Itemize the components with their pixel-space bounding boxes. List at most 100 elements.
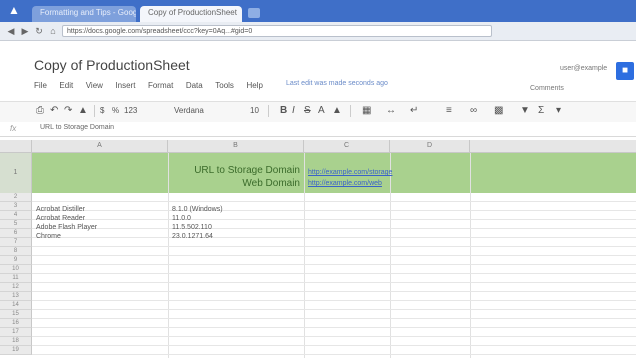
row-header-7[interactable]: 7 xyxy=(0,238,32,247)
text-color-icon[interactable]: A xyxy=(318,105,325,117)
menu-insert[interactable]: Insert xyxy=(115,81,135,90)
menu-edit[interactable]: Edit xyxy=(59,81,73,90)
row-header-19[interactable]: 19 xyxy=(0,346,32,355)
menu-help[interactable]: Help xyxy=(246,81,262,90)
grid-line xyxy=(32,354,636,355)
currency-icon[interactable]: $ xyxy=(100,105,104,117)
browser-tab-2[interactable]: Copy of ProductionSheet xyxy=(140,6,242,22)
row-header-1[interactable]: 1 xyxy=(0,153,32,193)
align-left-icon[interactable]: ≡ xyxy=(446,105,452,117)
last-edit-link[interactable]: Last edit was made seconds ago xyxy=(286,80,388,87)
new-tab-button[interactable] xyxy=(248,8,260,18)
row-header-13[interactable]: 13 xyxy=(0,292,32,301)
header-cell-text[interactable]: URL to Storage Domain Web Domain xyxy=(160,164,300,190)
italic-icon[interactable]: I xyxy=(292,105,295,117)
row-header-5[interactable]: 5 xyxy=(0,220,32,229)
redo-icon[interactable]: ↷ xyxy=(64,105,72,117)
font-size-select[interactable]: 10 xyxy=(250,105,259,117)
cell-b3[interactable]: 11.0.0 xyxy=(172,215,191,222)
merge-cells-icon[interactable]: ↔ xyxy=(386,105,396,117)
strikethrough-icon[interactable]: S xyxy=(304,105,311,117)
header-link-2[interactable]: http://example.com/web xyxy=(308,180,382,187)
column-header-b[interactable]: B xyxy=(168,140,304,152)
filter-icon[interactable]: ▼ xyxy=(520,105,530,117)
grid-line xyxy=(32,282,636,283)
reload-icon[interactable]: ↻ xyxy=(34,26,44,36)
borders-icon[interactable]: ▦ xyxy=(362,105,371,117)
home-icon[interactable]: ⌂ xyxy=(48,26,58,36)
wrap-text-icon[interactable]: ↵ xyxy=(410,105,418,117)
more-icon[interactable]: ▾ xyxy=(556,105,561,117)
grid-line xyxy=(32,318,636,319)
menu-format[interactable]: Format xyxy=(148,81,173,90)
cell-a5[interactable]: Chrome xyxy=(36,233,61,240)
column-header-a[interactable]: A xyxy=(32,140,168,152)
menu-bar: File Edit View Insert Format Data Tools … xyxy=(34,80,273,92)
menu-file[interactable]: File xyxy=(34,81,47,90)
row-header-10[interactable]: 10 xyxy=(0,265,32,274)
grid-line xyxy=(32,291,636,292)
print-icon[interactable]: ⎙ xyxy=(36,105,44,117)
fill-color-icon[interactable]: ▲ xyxy=(332,105,342,117)
share-icon: ■ xyxy=(621,65,629,76)
insert-link-icon[interactable]: ∞ xyxy=(470,105,477,117)
menu-data[interactable]: Data xyxy=(186,81,203,90)
row-header-9[interactable]: 9 xyxy=(0,256,32,265)
cell-a4[interactable]: Adobe Flash Player xyxy=(36,224,97,231)
grid-line xyxy=(32,309,636,310)
browser-logo-icon: ▲ xyxy=(8,3,20,17)
column-header-c[interactable]: C xyxy=(304,140,390,152)
row-header-6[interactable]: 6 xyxy=(0,229,32,238)
grid-line xyxy=(32,246,636,247)
row-header-8[interactable]: 8 xyxy=(0,247,32,256)
row-header-15[interactable]: 15 xyxy=(0,310,32,319)
row-header-3[interactable]: 3 xyxy=(0,202,32,211)
row-header-18[interactable]: 18 xyxy=(0,337,32,346)
tab-label: Formatting and Tips - Google xyxy=(40,8,136,17)
row-header-2[interactable]: 2 xyxy=(0,193,32,202)
font-select[interactable]: Verdana xyxy=(174,106,204,115)
insert-chart-icon[interactable]: ▩ xyxy=(494,105,503,117)
column-header-d[interactable]: D xyxy=(390,140,470,152)
cell-a3[interactable]: Acrobat Reader xyxy=(36,215,85,222)
bold-icon[interactable]: B xyxy=(280,105,287,117)
row-header-14[interactable]: 14 xyxy=(0,301,32,310)
cell-a2[interactable]: Acrobat Distiller xyxy=(36,206,85,213)
row-header-11[interactable]: 11 xyxy=(0,274,32,283)
cell-b5[interactable]: 23.0.1271.64 xyxy=(172,233,213,240)
header-link-1[interactable]: http://example.com/storage xyxy=(308,169,392,176)
grid-line xyxy=(32,219,636,220)
fx-icon: fx xyxy=(10,124,17,133)
formula-input[interactable]: URL to Storage Domain xyxy=(40,124,114,131)
row-header-17[interactable]: 17 xyxy=(0,328,32,337)
grid-line xyxy=(32,210,636,211)
more-formats-icon[interactable]: 123 xyxy=(124,105,137,117)
undo-icon[interactable]: ↶ xyxy=(50,105,58,117)
cell-b4[interactable]: 11.5.502.110 xyxy=(172,224,212,231)
forward-icon[interactable]: ▶ xyxy=(20,26,30,36)
cell-b2[interactable]: 8.1.0 (Windows) xyxy=(172,206,223,213)
grid-line xyxy=(32,336,636,337)
paint-format-icon[interactable]: ▲ xyxy=(78,105,88,117)
grid-line xyxy=(32,255,636,256)
header-line-1: URL to Storage Domain xyxy=(194,165,300,176)
toolbar-divider xyxy=(94,105,95,117)
row-header-16[interactable]: 16 xyxy=(0,319,32,328)
user-email: user@example xyxy=(560,65,608,72)
percent-icon[interactable]: % xyxy=(112,105,119,117)
back-icon[interactable]: ◀ xyxy=(6,26,16,36)
menu-tools[interactable]: Tools xyxy=(215,81,234,90)
row-header-4[interactable]: 4 xyxy=(0,211,32,220)
toolbar-divider xyxy=(350,105,351,117)
menu-view[interactable]: View xyxy=(86,81,103,90)
grid-line xyxy=(32,264,636,265)
share-button[interactable]: ■ xyxy=(616,62,634,80)
browser-tab-1[interactable]: Formatting and Tips - Google xyxy=(32,6,136,22)
comments-button[interactable]: Comments xyxy=(530,85,564,92)
address-bar[interactable]: https://docs.google.com/spreadsheet/ccc?… xyxy=(62,25,492,37)
tab-label: Copy of ProductionSheet xyxy=(148,8,237,17)
document-title[interactable]: Copy of ProductionSheet xyxy=(34,57,190,73)
functions-icon[interactable]: Σ xyxy=(538,105,544,117)
row-header-12[interactable]: 12 xyxy=(0,283,32,292)
column-header-corner[interactable] xyxy=(0,140,32,152)
